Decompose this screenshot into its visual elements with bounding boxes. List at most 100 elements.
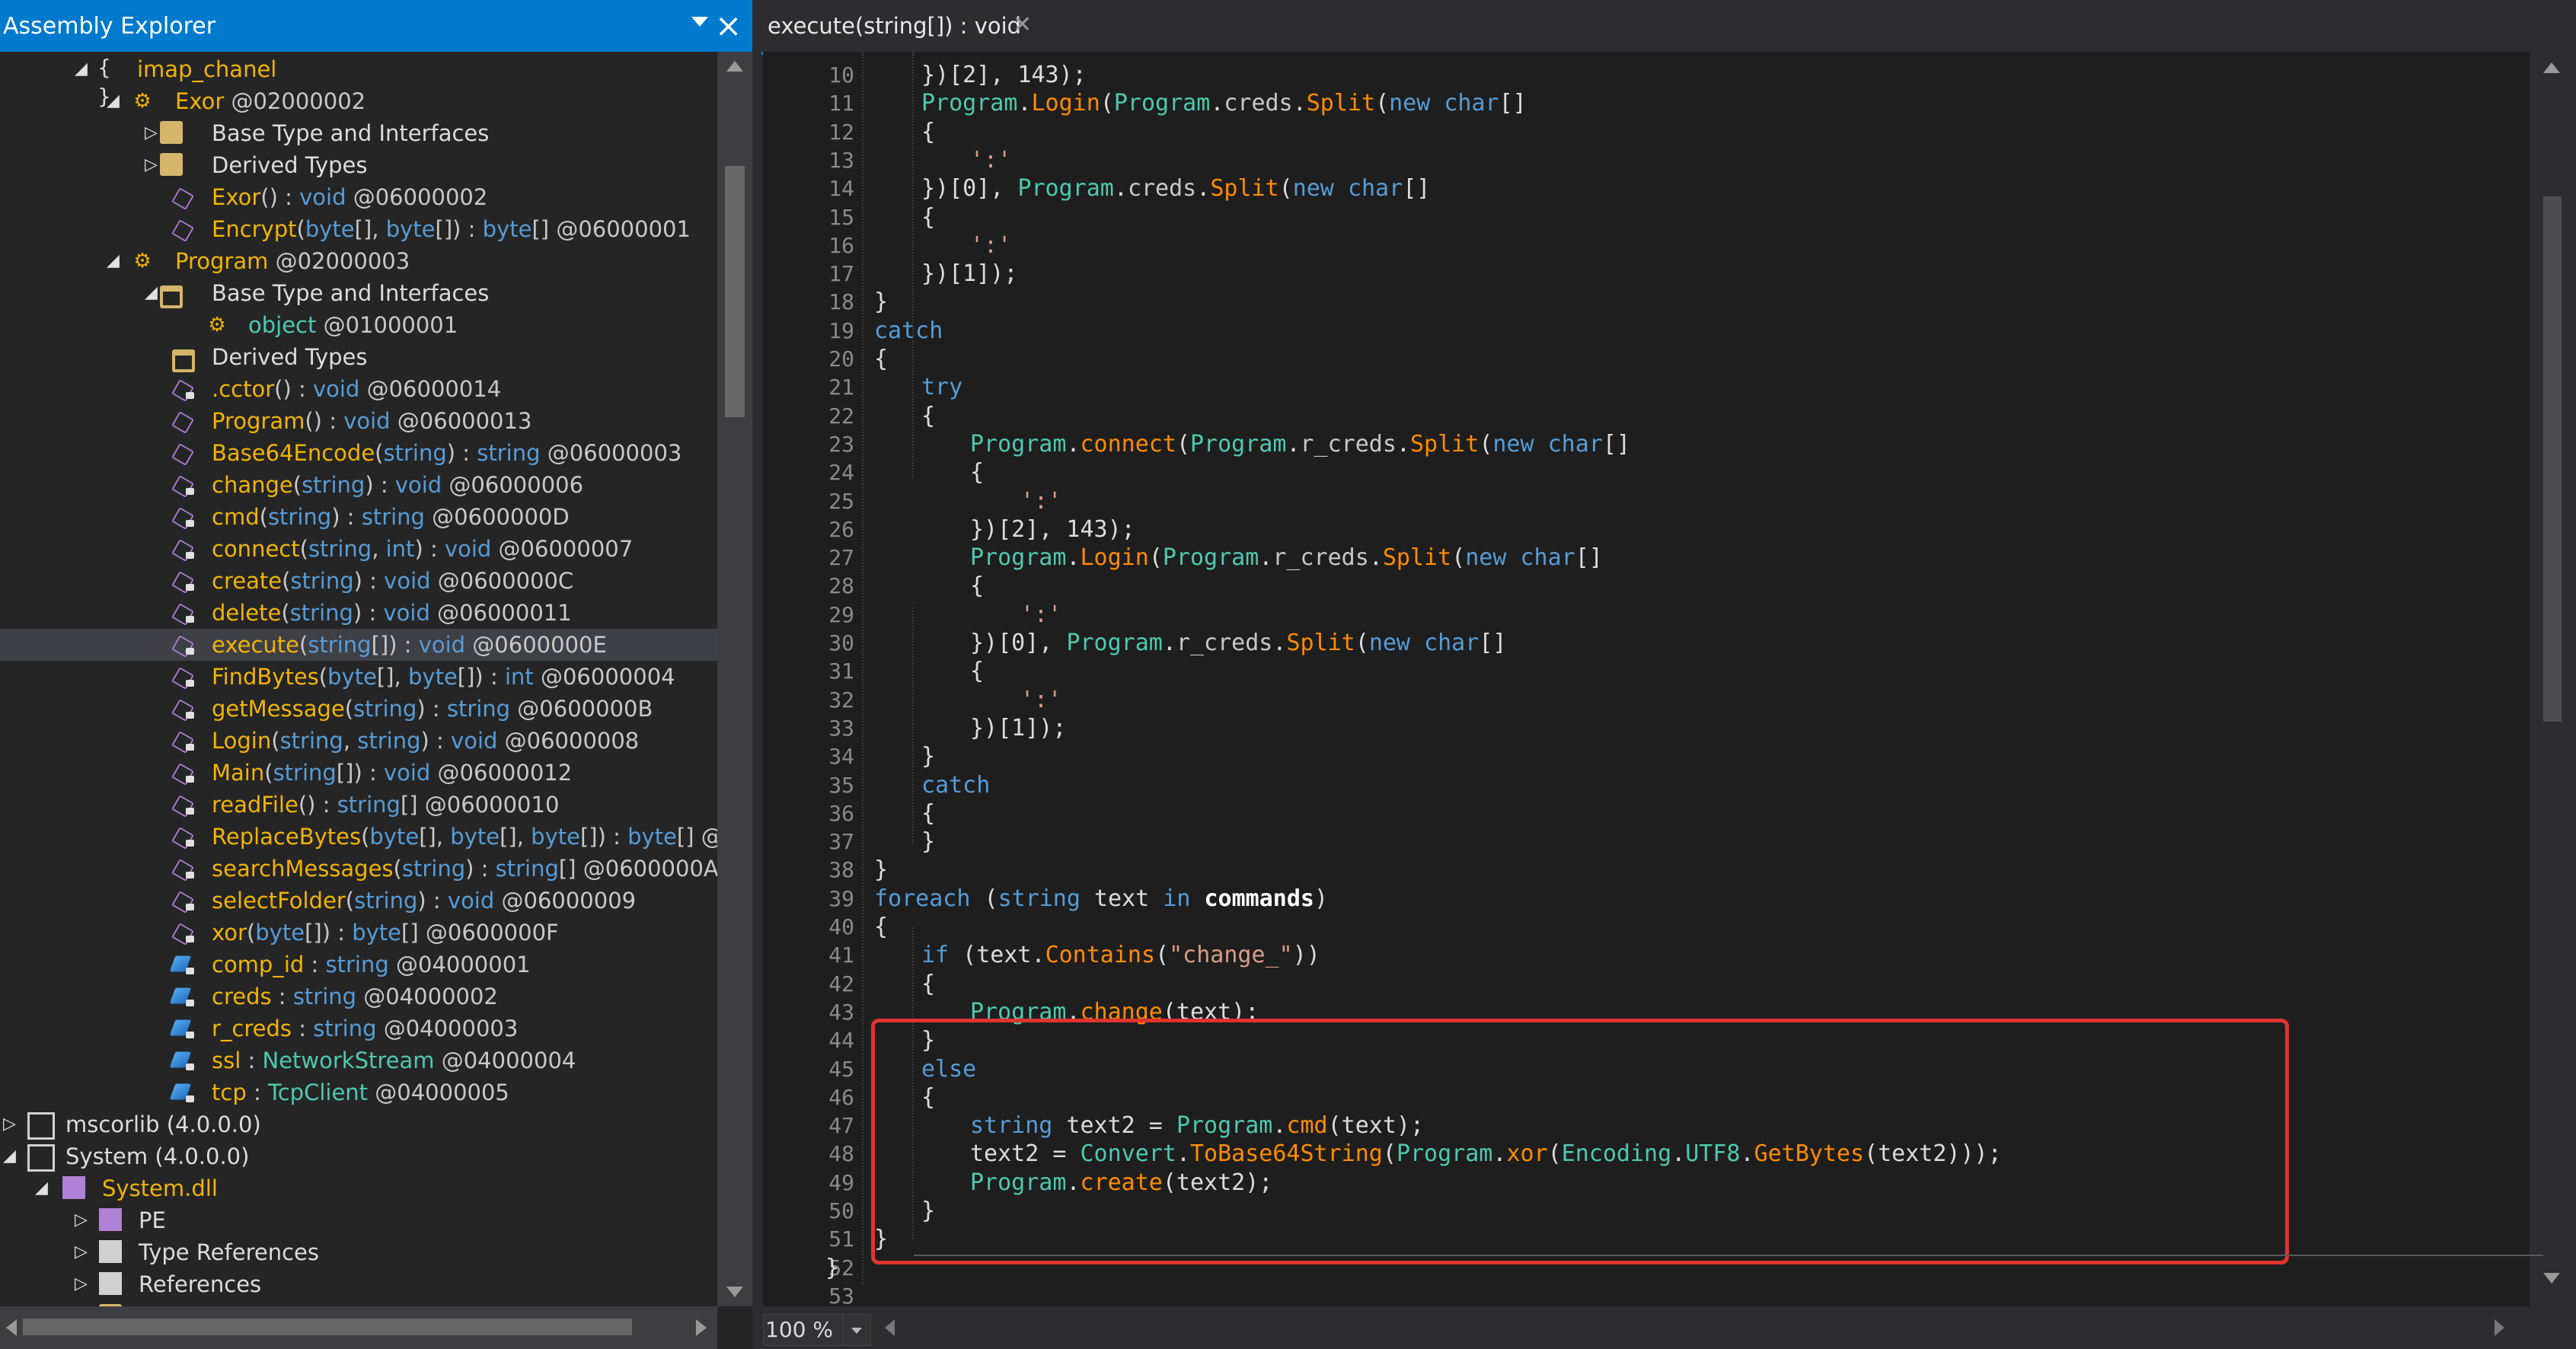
tree-item-typerefs[interactable]: ▷ Type References — [0, 1236, 717, 1268]
lock-icon — [186, 680, 194, 687]
lock-icon — [186, 488, 194, 495]
tree-item-getmessage[interactable]: getMessage(string) : string @0600000B — [0, 693, 717, 725]
tree-item-exor[interactable]: ◢ ⚙ Exor @02000002 — [0, 85, 717, 117]
chevron-down-icon[interactable] — [843, 1315, 870, 1345]
tree-item-name: ssl — [212, 1048, 241, 1073]
tree-item-exor-base[interactable]: ▷ Base Type and Interfaces — [0, 117, 717, 149]
scroll-left-icon[interactable] — [885, 1319, 895, 1336]
tree-item-searchmessages[interactable]: searchMessages(string) : string[] @06000… — [0, 853, 717, 885]
tree-item-findbytes[interactable]: FindBytes(byte[], byte[]) : int @0600000… — [0, 661, 717, 693]
line-number: 11 — [828, 91, 854, 116]
tree-item-create[interactable]: create(string) : void @0600000C — [0, 565, 717, 597]
tree-item-signature: (string, string) : void @06000008 — [271, 728, 640, 754]
tree-item-name: connect — [212, 536, 300, 562]
tree-item-refs[interactable]: ▷ References — [0, 1268, 717, 1300]
code-line: { — [921, 970, 936, 997]
tree-item-label: Type References — [139, 1236, 319, 1268]
tree-item-object[interactable]: ⚙ object @01000001 — [0, 309, 717, 341]
tree-item-systemdll[interactable]: ◢ System.dll — [0, 1172, 717, 1204]
tree-item-ssl[interactable]: ssl : NetworkStream @04000004 — [0, 1044, 717, 1076]
line-number: 38 — [828, 857, 854, 883]
tree-item-label: connect(string, int) : void @06000007 — [212, 533, 633, 565]
expanded-arrow-icon[interactable]: ◢ — [107, 85, 120, 117]
collapsed-arrow-icon[interactable]: ▷ — [3, 1108, 16, 1140]
zoom-dropdown[interactable]: 100 % — [763, 1314, 871, 1346]
expanded-arrow-icon[interactable]: ◢ — [75, 53, 88, 85]
scroll-right-icon[interactable] — [2495, 1319, 2504, 1336]
scrollbar-thumb[interactable] — [23, 1319, 632, 1335]
tree-item-program[interactable]: ◢ ⚙ Program @02000003 — [0, 245, 717, 277]
tree-item-prog-base[interactable]: ◢ Base Type and Interfaces — [0, 277, 717, 309]
tree-item-r_creds[interactable]: r_creds : string @04000003 — [0, 1013, 717, 1044]
tree-item-delete[interactable]: delete(string) : void @06000011 — [0, 597, 717, 629]
tree-item-name: ReplaceBytes — [212, 824, 362, 850]
editor-vertical-scrollbar[interactable] — [2530, 52, 2576, 1306]
tree-item-mscorlib[interactable]: ▷ mscorlib (4.0.0.0) — [0, 1108, 717, 1140]
tree-item-exor-ctor[interactable]: Exor() : void @06000002 — [0, 181, 717, 213]
scrollbar-thumb[interactable] — [2543, 196, 2562, 722]
expanded-arrow-icon[interactable]: ◢ — [107, 245, 120, 277]
tree-item-change[interactable]: change(string) : void @06000006 — [0, 469, 717, 501]
tree-item-encrypt[interactable]: Encrypt(byte[], byte[]) : byte[] @060000… — [0, 213, 717, 245]
scroll-left-icon[interactable] — [6, 1319, 17, 1336]
collapsed-arrow-icon[interactable]: ▷ — [75, 1300, 88, 1306]
tree-item-readfile[interactable]: readFile() : string[] @06000010 — [0, 789, 717, 821]
scrollbar-thumb[interactable] — [725, 166, 745, 417]
line-number: 27 — [828, 545, 854, 571]
class-icon: ⚙ — [133, 250, 152, 273]
line-number: 17 — [828, 261, 854, 287]
tree-item-prog-ctor[interactable]: Program() : void @06000013 — [0, 405, 717, 437]
tree-item-imap[interactable]: ◢ { } imap_chanel — [0, 53, 717, 109]
tree-item-login[interactable]: Login(string, string) : void @06000008 — [0, 725, 717, 757]
tree-item-name: Base Type and Interfaces — [212, 280, 490, 306]
tab-execute[interactable]: execute(string[]) : void ✕ — [761, 0, 1036, 55]
collapsed-arrow-icon[interactable]: ▷ — [75, 1204, 88, 1236]
tree-item-creds[interactable]: creds : string @04000002 — [0, 981, 717, 1013]
tree-item-selectfolder[interactable]: selectFolder(string) : void @06000009 — [0, 885, 717, 917]
collapsed-arrow-icon[interactable]: ▷ — [75, 1236, 88, 1268]
scroll-right-icon[interactable] — [696, 1319, 707, 1336]
collapsed-arrow-icon[interactable]: ▷ — [145, 117, 158, 149]
scroll-up-icon[interactable] — [2543, 62, 2560, 73]
tree-item-cctor[interactable]: .cctor() : void @06000014 — [0, 373, 717, 405]
collapsed-arrow-icon[interactable]: ▷ — [145, 149, 158, 181]
tree-vertical-scrollbar[interactable] — [717, 52, 752, 1306]
expanded-arrow-icon[interactable]: ◢ — [145, 277, 158, 309]
panel-close-icon[interactable]: × — [715, 5, 742, 47]
scroll-down-icon[interactable] — [726, 1287, 743, 1297]
tree-item-cmd[interactable]: cmd(string) : string @0600000D — [0, 501, 717, 533]
tree-item-tcp[interactable]: tcp : TcpClient @04000005 — [0, 1076, 717, 1108]
scroll-up-icon[interactable] — [726, 61, 743, 72]
editor-horizontal-scrollbar[interactable] — [880, 1312, 2510, 1343]
tree-item-exor-derived[interactable]: ▷ Derived Types — [0, 149, 717, 181]
panel-options-dropdown-icon[interactable] — [691, 17, 708, 27]
code-line: })[0], Program.creds.Split(new char[] — [921, 175, 1431, 203]
tree-item-signature: (string) : void @06000011 — [281, 600, 572, 626]
code-line: } — [874, 856, 889, 884]
tree-item-execute[interactable]: execute(string[]) : void @0600000E — [0, 629, 717, 661]
expanded-arrow-icon[interactable]: ◢ — [35, 1172, 48, 1204]
scroll-down-icon[interactable] — [2543, 1273, 2560, 1284]
tree-item-pe[interactable]: ▷ PE — [0, 1204, 717, 1236]
tree-horizontal-scrollbar[interactable] — [0, 1306, 717, 1349]
tree-item-replacebytes[interactable]: ReplaceBytes(byte[], byte[], byte[]) : b… — [0, 821, 717, 853]
line-number: 25 — [828, 488, 854, 514]
tree-item-b64[interactable]: Base64Encode(string) : string @06000003 — [0, 437, 717, 469]
tree-item-prog-derived[interactable]: Derived Types — [0, 341, 717, 373]
tree-item-connect[interactable]: connect(string, int) : void @06000007 — [0, 533, 717, 565]
tree-item-main[interactable]: Main(string[]) : void @06000012 — [0, 757, 717, 789]
tree-item-xor[interactable]: xor(byte[]) : byte[] @0600000F — [0, 917, 717, 949]
tree-item-system[interactable]: ◢ System (4.0.0.0) — [0, 1140, 717, 1172]
tree-item-comp_id[interactable]: comp_id : string @04000001 — [0, 949, 717, 981]
line-number: 44 — [828, 1028, 854, 1054]
code-line: { — [970, 572, 985, 600]
collapsed-arrow-icon[interactable]: ▷ — [75, 1268, 88, 1300]
tree-item-name: imap_chanel — [137, 56, 277, 82]
tab-close-icon[interactable]: ✕ — [1013, 0, 1032, 50]
tree-item-r-cut[interactable]: ▷R — [0, 1300, 717, 1306]
tree-item-label: mscorlib (4.0.0.0) — [65, 1108, 261, 1140]
expanded-arrow-icon[interactable]: ◢ — [3, 1140, 16, 1172]
tree-item-name: Main — [212, 760, 265, 786]
namespace-braces-icon: { } — [97, 55, 111, 109]
tree-item-signature: () : void @06000002 — [260, 184, 488, 210]
